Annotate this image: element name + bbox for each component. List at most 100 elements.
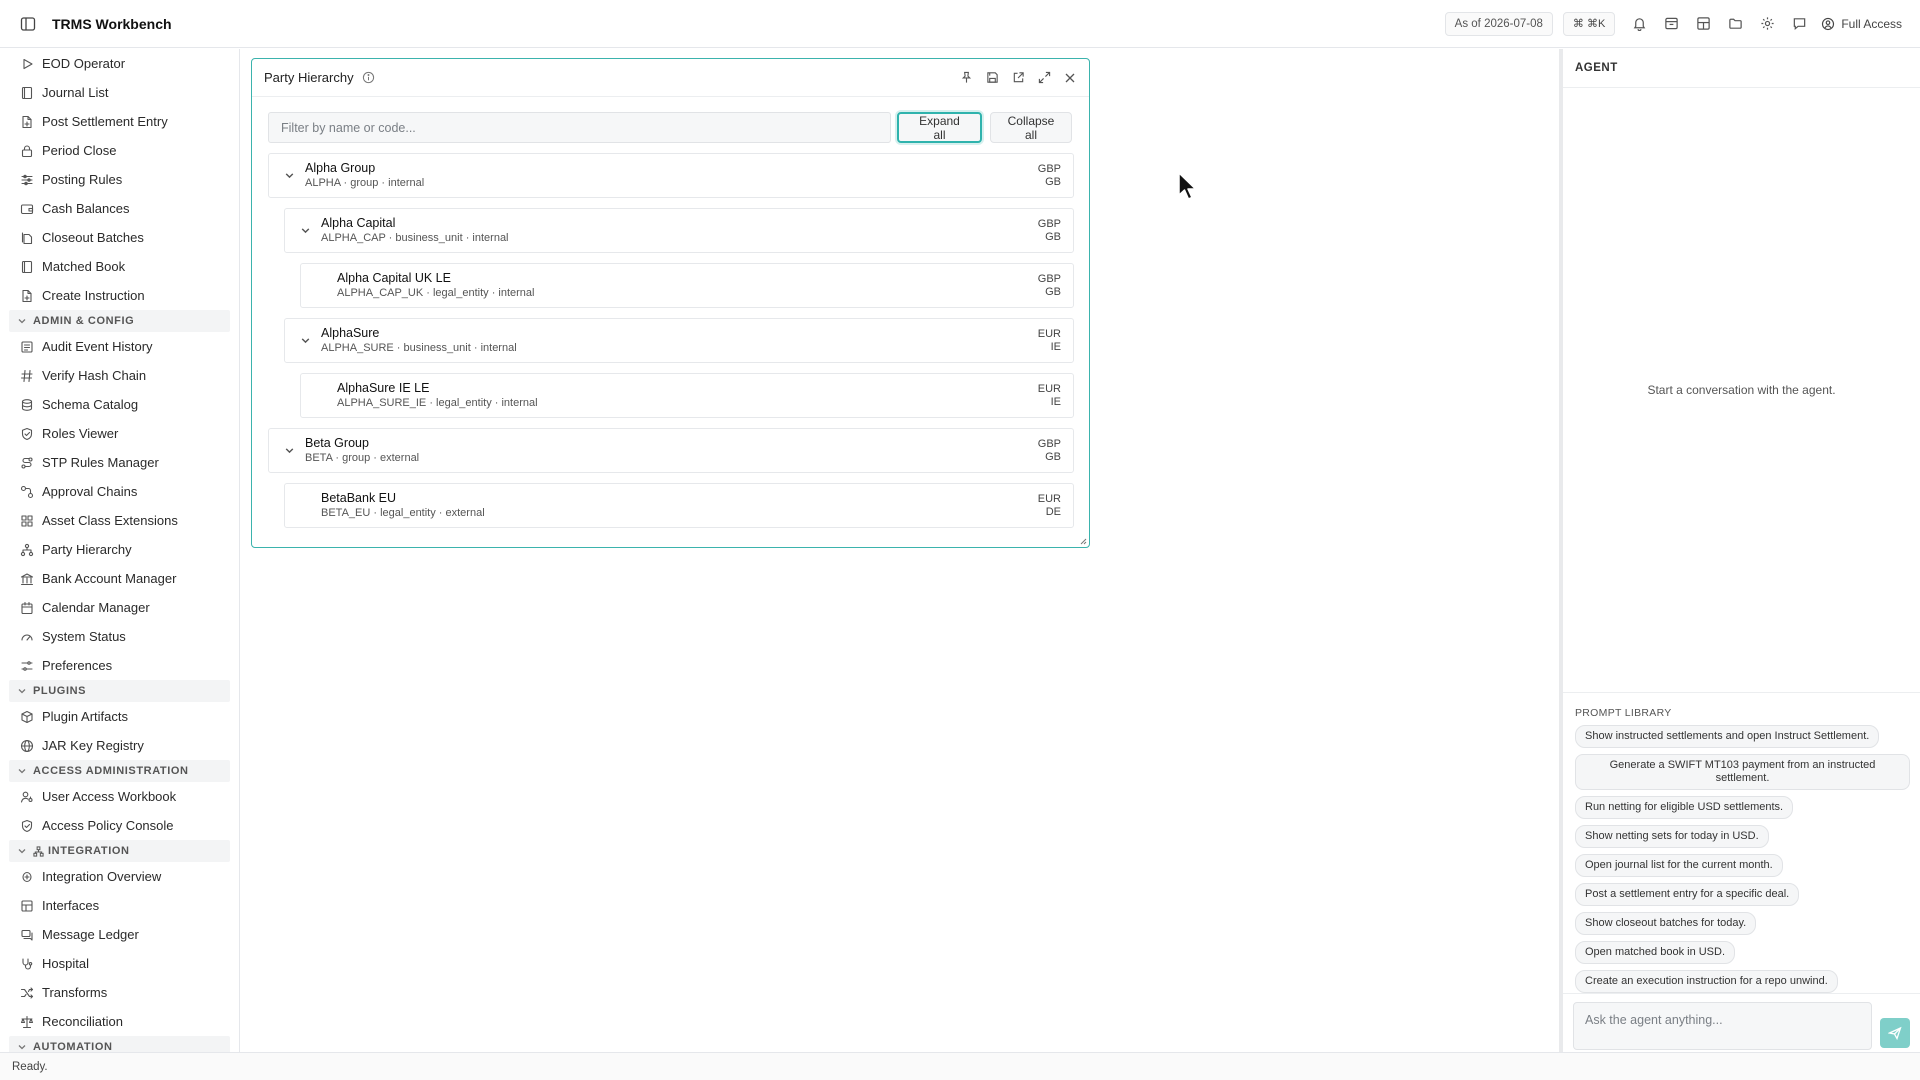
sidebar-item-jar-key-registry[interactable]: JAR Key Registry (0, 731, 239, 760)
as-of-date-chip[interactable]: As of 2026-07-08 (1444, 11, 1553, 36)
sidebar-item-posting-rules[interactable]: Posting Rules (0, 165, 239, 194)
sidebar-item-schema-catalog[interactable]: Schema Catalog (0, 390, 239, 419)
sidebar-item-stp-rules-manager[interactable]: STP Rules Manager (0, 448, 239, 477)
section-label: ADMIN & CONFIG (33, 315, 135, 327)
node-currency-country: EUR DE (1038, 493, 1061, 519)
sidebar-item-approval-chains[interactable]: Approval Chains (0, 477, 239, 506)
sidebar-item-label: Hospital (42, 956, 89, 971)
tree-node[interactable]: Alpha Capital UK LE ALPHA_CAP_UK · legal_… (300, 263, 1074, 308)
sidebar-item-verify-hash-chain[interactable]: Verify Hash Chain (0, 361, 239, 390)
sidebar-item-closeout-batches[interactable]: Closeout Batches (0, 223, 239, 252)
pin-icon[interactable] (955, 67, 977, 89)
agent-empty-state: Start a conversation with the agent. (1647, 383, 1836, 397)
sidebar-item-hospital[interactable]: Hospital (0, 949, 239, 978)
sidebar-item-eod-operator[interactable]: EOD Operator (0, 49, 239, 78)
access-level[interactable]: Full Access (1821, 17, 1902, 31)
sidebar-item-user-access-workbook[interactable]: User Access Workbook (0, 782, 239, 811)
sidebar-item-access-policy-console[interactable]: Access Policy Console (0, 811, 239, 840)
chevron-down-icon[interactable] (297, 333, 313, 349)
sidebar-item-post-settlement-entry[interactable]: Post Settlement Entry (0, 107, 239, 136)
chevron-down-icon[interactable] (281, 443, 297, 459)
resize-handle-icon[interactable] (1079, 537, 1087, 545)
save-icon[interactable] (981, 67, 1003, 89)
sidebar-item-calendar-manager[interactable]: Calendar Manager (0, 593, 239, 622)
prompt-chip[interactable]: Open journal list for the current month. (1575, 854, 1783, 877)
panel-title: Party Hierarchy (264, 70, 354, 85)
expand-all-button[interactable]: Expand all (897, 112, 982, 143)
tree-node[interactable]: BetaBank EU BETA_EU · legal_entity · exte… (284, 483, 1074, 528)
sidebar-item-label: Audit Event History (42, 339, 153, 354)
sidebar-toggle-icon[interactable] (18, 14, 38, 34)
node-currency: GBP (1037, 163, 1061, 175)
sidebar-item-bank-account-manager[interactable]: Bank Account Manager (0, 564, 239, 593)
tree-node[interactable]: Beta Group BETA · group · external GBP GB (268, 428, 1074, 473)
prompt-chip[interactable]: Show instructed settlements and open Ins… (1575, 725, 1880, 748)
sidebar-item-plugin-artifacts[interactable]: Plugin Artifacts (0, 702, 239, 731)
section-integration[interactable]: INTEGRATION (9, 840, 230, 862)
info-icon[interactable] (362, 71, 375, 84)
sidebar-item-cash-balances[interactable]: Cash Balances (0, 194, 239, 223)
section-automation[interactable]: AUTOMATION (9, 1036, 230, 1052)
folder-icon[interactable] (1719, 8, 1751, 40)
prompt-chip[interactable]: Create an execution instruction for a re… (1575, 970, 1838, 993)
panel-header[interactable]: Party Hierarchy (252, 59, 1089, 97)
tree-node[interactable]: Alpha Capital ALPHA_CAP · business_unit ·… (284, 208, 1074, 253)
bell-icon[interactable] (1623, 8, 1655, 40)
prompt-chip[interactable]: Open matched book in USD. (1575, 941, 1736, 964)
collapse-all-button[interactable]: Collapse all (990, 112, 1072, 143)
section-admin-config[interactable]: ADMIN & CONFIG (9, 310, 230, 332)
prompt-chip[interactable]: Show closeout batches for today. (1575, 912, 1757, 935)
send-button[interactable] (1880, 1018, 1910, 1048)
sidebar-item-party-hierarchy[interactable]: Party Hierarchy (0, 535, 239, 564)
hash-icon (20, 369, 34, 383)
agent-title: AGENT (1563, 49, 1920, 88)
sidebar-item-transforms[interactable]: Transforms (0, 978, 239, 1007)
sidebar-item-message-ledger[interactable]: Message Ledger (0, 920, 239, 949)
chevron-down-icon[interactable] (297, 223, 313, 239)
send-icon (1888, 1026, 1902, 1040)
node-labels: Alpha Capital UK LE ALPHA_CAP_UK · legal_… (337, 271, 534, 300)
prompt-chip[interactable]: Post a settlement entry for a specific d… (1575, 883, 1800, 906)
node-labels: Alpha Group ALPHA · group · internal (305, 161, 424, 190)
sidebar-item-journal-list[interactable]: Journal List (0, 78, 239, 107)
settings-icon (20, 659, 34, 673)
sidebar-item-label: Create Instruction (42, 288, 145, 303)
node-currency: EUR (1037, 383, 1061, 395)
sidebar-item-label: Post Settlement Entry (42, 114, 168, 129)
sidebar-item-create-instruction[interactable]: Create Instruction (0, 281, 239, 310)
tree-node[interactable]: AlphaSure IE LE ALPHA_SURE_IE · legal_ent… (300, 373, 1074, 418)
tree-node[interactable]: Alpha Group ALPHA · group · internal GBP GB (268, 153, 1074, 198)
prompt-chip[interactable]: Generate a SWIFT MT103 payment from an i… (1575, 754, 1910, 790)
sidebar-item-audit-event-history[interactable]: Audit Event History (0, 332, 239, 361)
close-icon[interactable] (1059, 67, 1081, 89)
section-access-administration[interactable]: ACCESS ADMINISTRATION (9, 760, 230, 782)
sidebar-item-reconciliation[interactable]: Reconciliation (0, 1007, 239, 1036)
maximize-icon[interactable] (1033, 67, 1055, 89)
chat-icon[interactable] (1783, 8, 1815, 40)
command-palette-button[interactable]: ⌘ ⌘K (1562, 11, 1616, 36)
app-title: TRMS Workbench (52, 15, 172, 32)
gear-icon[interactable] (1751, 8, 1783, 40)
sidebar-item-period-close[interactable]: Period Close (0, 136, 239, 165)
node-country: GB (1045, 451, 1061, 463)
section-plugins[interactable]: PLUGINS (9, 680, 230, 702)
tree-node[interactable]: AlphaSure ALPHA_SURE · business_unit · in… (284, 318, 1074, 363)
sidebar-item-asset-class-extensions[interactable]: Asset Class Extensions (0, 506, 239, 535)
sidebar-item-interfaces[interactable]: Interfaces (0, 891, 239, 920)
prompt-chip[interactable]: Run netting for eligible USD settlements… (1575, 796, 1794, 819)
external-link-icon[interactable] (1007, 67, 1029, 89)
sidebar-item-system-status[interactable]: System Status (0, 622, 239, 651)
filter-input[interactable] (268, 112, 891, 143)
node-name: Beta Group (305, 436, 369, 450)
play-icon (20, 57, 34, 71)
layout-icon[interactable] (1687, 8, 1719, 40)
archive-icon[interactable] (1655, 8, 1687, 40)
chevron-down-icon[interactable] (281, 168, 297, 184)
agent-input[interactable] (1573, 1002, 1873, 1050)
prompt-chip[interactable]: Show netting sets for today in USD. (1575, 825, 1769, 848)
sidebar-item-integration-overview[interactable]: Integration Overview (0, 862, 239, 891)
sidebar-item-preferences[interactable]: Preferences (0, 651, 239, 680)
sidebar-item-roles-viewer[interactable]: Roles Viewer (0, 419, 239, 448)
sidebar-item-matched-book[interactable]: Matched Book (0, 252, 239, 281)
node-currency: EUR (1037, 493, 1061, 505)
